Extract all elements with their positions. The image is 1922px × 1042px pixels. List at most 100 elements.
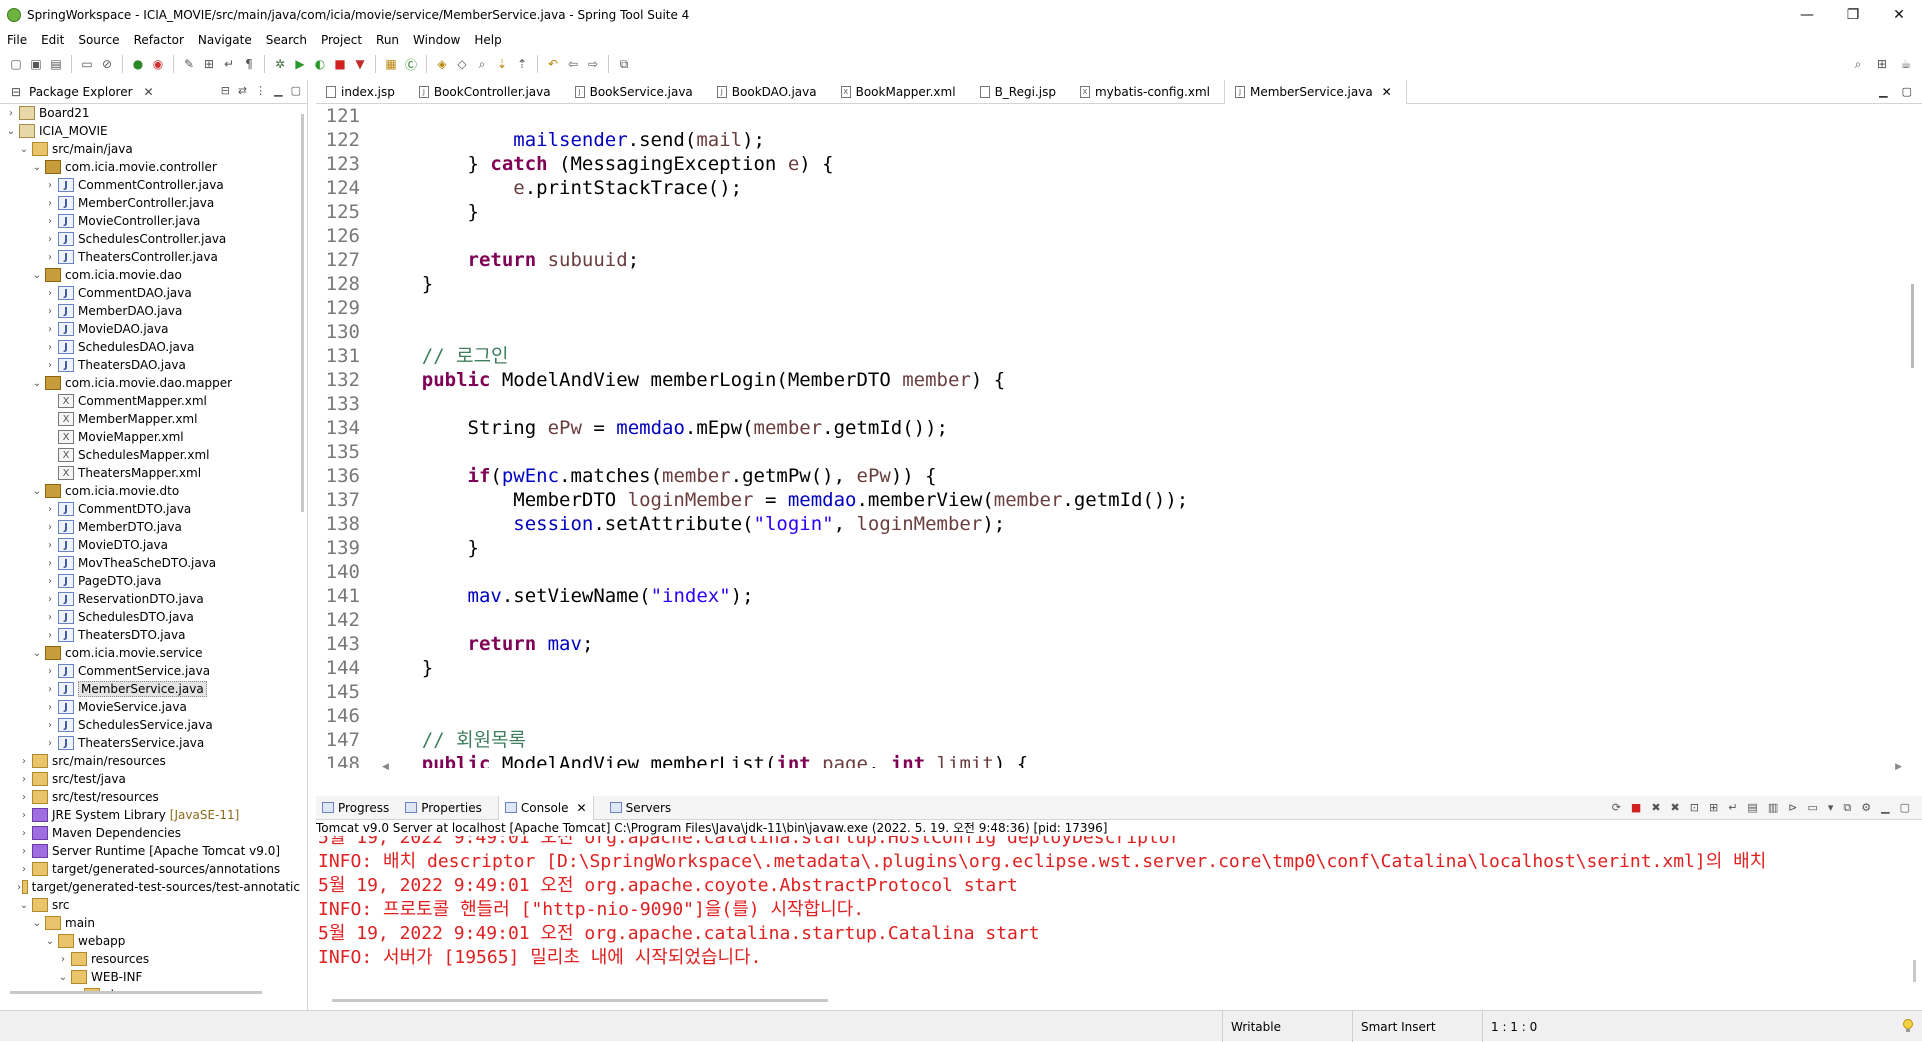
code-line[interactable]: 134 String ePw = memdao.mEpw(member.getm…	[316, 416, 1906, 440]
code-line[interactable]: 141 mav.setViewName("index");	[316, 584, 1906, 608]
menu-help[interactable]: Help	[467, 33, 508, 47]
minimize-editor-icon[interactable]: ▁	[1879, 85, 1887, 98]
tree-item[interactable]: › J MemberDAO.java	[0, 302, 300, 320]
code-line[interactable]: 142	[316, 608, 1906, 632]
menu-search[interactable]: Search	[259, 33, 314, 47]
collapsed-chevron-icon[interactable]: ›	[17, 774, 31, 785]
pin-editor-icon[interactable]: ⧉	[616, 56, 632, 72]
close-icon[interactable]: ✕	[144, 85, 154, 99]
collapsed-chevron-icon[interactable]: ›	[17, 864, 31, 875]
collapsed-chevron-icon[interactable]: ›	[17, 810, 31, 821]
expanded-chevron-icon[interactable]: ⌄	[30, 378, 44, 389]
collapsed-chevron-icon[interactable]: ›	[43, 540, 57, 551]
tree-item[interactable]: › J CommentController.java	[0, 176, 300, 194]
code-line[interactable]: 143 return mav;	[316, 632, 1906, 656]
collapsed-chevron-icon[interactable]: ›	[43, 360, 57, 371]
expanded-chevron-icon[interactable]: ⌄	[30, 648, 44, 659]
collapse-all-icon[interactable]: ⊟	[221, 84, 230, 97]
spring-starter-icon[interactable]: ◉	[150, 56, 166, 72]
tree-item[interactable]: ⌄ com.icia.movie.dto	[0, 482, 300, 500]
expanded-chevron-icon[interactable]: ⌄	[43, 936, 57, 947]
tree-item[interactable]: › J SchedulesDTO.java	[0, 608, 300, 626]
collapsed-chevron-icon[interactable]: ›	[43, 216, 57, 227]
last-edit-icon[interactable]: ↶	[545, 56, 561, 72]
tree-item[interactable]: › JRE System Library [JavaSE-11]	[0, 806, 300, 824]
search-icon[interactable]: ⌕	[1850, 56, 1866, 72]
collapsed-chevron-icon[interactable]: ›	[4, 108, 18, 119]
filters-icon[interactable]: ⋮	[255, 84, 266, 97]
tree-item[interactable]: › J MovieService.java	[0, 698, 300, 716]
tree-item[interactable]: › J MemberController.java	[0, 194, 300, 212]
tree-item[interactable]: X MovieMapper.xml	[0, 428, 300, 446]
tree-item[interactable]: › src/test/java	[0, 770, 300, 788]
next-annotation-icon[interactable]: ⇡	[514, 56, 530, 72]
editor-horizontal-scrollbar[interactable]: ◀ ▶	[382, 762, 1902, 772]
clear-console-icon[interactable]: ⊡	[1690, 801, 1699, 815]
tree-item[interactable]: ⌄ ICIA_MOVIE	[0, 122, 300, 140]
editor-tab[interactable]: index.jsp	[316, 80, 409, 104]
collapsed-chevron-icon[interactable]: ›	[43, 702, 57, 713]
tree-horizontal-scrollbar[interactable]	[10, 991, 262, 994]
expanded-chevron-icon[interactable]: ⌄	[56, 972, 70, 983]
collapsed-chevron-icon[interactable]: ›	[43, 198, 57, 209]
remove-launch-icon[interactable]: ✖	[1651, 801, 1660, 815]
tree-item[interactable]: X SchedulesMapper.xml	[0, 446, 300, 464]
debug-icon[interactable]: ✲	[272, 56, 288, 72]
code-line[interactable]: 147 // 회원목록	[316, 728, 1906, 752]
tree-item[interactable]: › target/generated-test-sources/test-anno…	[0, 878, 300, 896]
editor-tab[interactable]: X BookMapper.xml	[831, 80, 970, 104]
link-with-editor-icon[interactable]: ⇄	[238, 84, 247, 97]
expanded-chevron-icon[interactable]: ⌄	[4, 126, 18, 137]
open-console-icon[interactable]: ▭	[79, 56, 95, 72]
code-line[interactable]: 121	[316, 104, 1906, 128]
editor-tab[interactable]: J MemberService.java ✕	[1224, 79, 1407, 104]
tree-item[interactable]: X CommentMapper.xml	[0, 392, 300, 410]
code-line[interactable]: 123 } catch (MessagingException e) {	[316, 152, 1906, 176]
tree-item[interactable]: › src/main/resources	[0, 752, 300, 770]
code-line[interactable]: 130	[316, 320, 1906, 344]
word-wrap-console-icon[interactable]: ↵	[1728, 801, 1737, 815]
close-window-button[interactable]: ✕	[1876, 0, 1922, 30]
tree-item[interactable]: › J MovieDTO.java	[0, 536, 300, 554]
code-line[interactable]: 138 session.setAttribute("login", loginM…	[316, 512, 1906, 536]
expanded-chevron-icon[interactable]: ⌄	[30, 270, 44, 281]
collapsed-chevron-icon[interactable]: ›	[43, 720, 57, 731]
editor-tab[interactable]: J BookDAO.java	[707, 80, 831, 104]
console-horizontal-scrollbar[interactable]	[332, 999, 828, 1002]
collapsed-chevron-icon[interactable]: ›	[17, 792, 31, 803]
menu-navigate[interactable]: Navigate	[191, 33, 259, 47]
tree-item[interactable]: › J SchedulesService.java	[0, 716, 300, 734]
tab-progress[interactable]: Progress	[322, 801, 389, 815]
editor-tab[interactable]: Xmybatis-config.xml	[1070, 80, 1224, 104]
tree-item[interactable]: › J MemberDTO.java	[0, 518, 300, 536]
tree-item[interactable]: ⌄ main	[0, 914, 300, 932]
scrollbar-thumb[interactable]	[1911, 284, 1914, 368]
tree-item[interactable]: › J MovieController.java	[0, 212, 300, 230]
tree-item[interactable]: › J SchedulesDAO.java	[0, 338, 300, 356]
tree-item[interactable]: › J TheatersDAO.java	[0, 356, 300, 374]
tree-item[interactable]: › target/generated-sources/annotations	[0, 860, 300, 878]
code-line[interactable]: 137 MemberDTO loginMember = memdao.membe…	[316, 488, 1906, 512]
collapsed-chevron-icon[interactable]: ›	[43, 576, 57, 587]
code-line[interactable]: 122 mailsender.send(mail);	[316, 128, 1906, 152]
close-tab-icon[interactable]: ✕	[1382, 85, 1392, 99]
stop-icon[interactable]: ■	[332, 56, 348, 72]
console-output[interactable]: 5월 19, 2022 9:49:01 오전 org.apache.catali…	[316, 836, 1906, 988]
code-line[interactable]: 127 return subuuid;	[316, 248, 1906, 272]
tree-item[interactable]: X TheatersMapper.xml	[0, 464, 300, 482]
annotation-icon[interactable]: ⇣	[494, 56, 510, 72]
coverage-icon[interactable]: ◐	[312, 56, 328, 72]
code-line[interactable]: 132⊖ public ModelAndView memberLogin(Mem…	[316, 368, 1906, 392]
tree-item[interactable]: ⌄ com.icia.movie.service	[0, 644, 300, 662]
code-line[interactable]: 129	[316, 296, 1906, 320]
tree-item[interactable]: › Server Runtime [Apache Tomcat v9.0]	[0, 842, 300, 860]
tab-package-explorer[interactable]: ⊟ Package Explorer ✕	[8, 84, 154, 100]
pin-console-icon[interactable]: ⊳	[1788, 801, 1797, 815]
code-line[interactable]: 125 }	[316, 200, 1906, 224]
restart-icon[interactable]: ⟳	[1612, 801, 1621, 815]
code-line[interactable]: 131 // 로그인	[316, 344, 1906, 368]
open-console-dropdown-icon[interactable]: ▾	[1828, 801, 1834, 815]
expanded-chevron-icon[interactable]: ⌄	[17, 144, 31, 155]
minimize-view-icon[interactable]: ▁	[1881, 801, 1889, 815]
code-line[interactable]: 136 if(pwEnc.matches(member.getmPw(), eP…	[316, 464, 1906, 488]
